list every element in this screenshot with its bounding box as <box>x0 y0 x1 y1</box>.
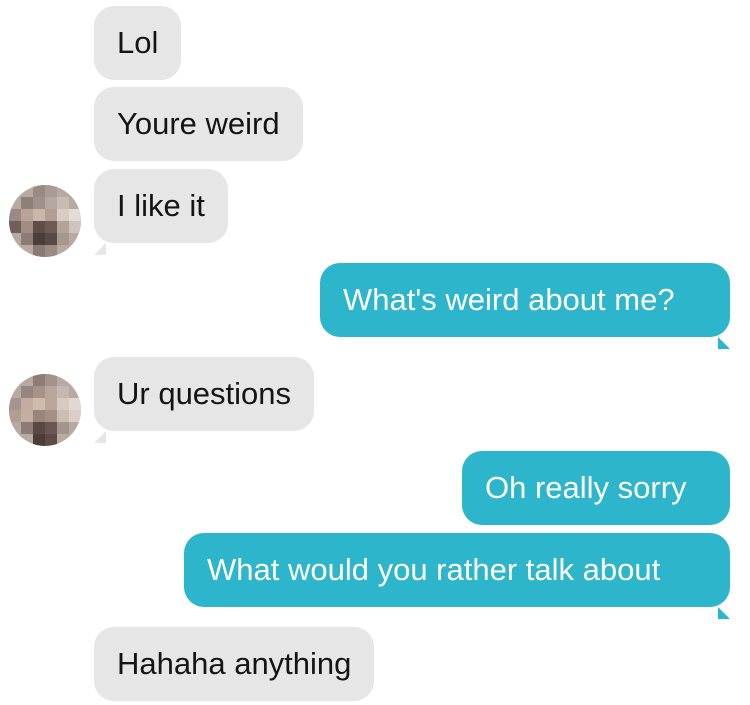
sender-avatar[interactable] <box>9 185 81 257</box>
pixelated-profile-photo-icon <box>9 374 81 446</box>
incoming-message-bubble[interactable]: Youre weird <box>94 87 303 161</box>
incoming-message-bubble[interactable]: Ur questions <box>94 357 315 431</box>
outgoing-message-bubble[interactable]: Oh really sorry <box>462 451 730 525</box>
message-text: Lol <box>117 25 159 60</box>
message-text: What's weird about me? <box>343 282 675 317</box>
incoming-message-bubble[interactable]: I like it <box>94 169 228 243</box>
message-text: Ur questions <box>117 376 292 411</box>
pixelated-profile-photo-icon <box>9 185 81 257</box>
message-text: What would you rather talk about <box>207 552 661 587</box>
incoming-bubble-tail <box>94 431 106 443</box>
message-text: Youre weird <box>117 106 280 141</box>
outgoing-bubble-tail <box>718 607 730 619</box>
outgoing-bubble-tail <box>718 337 730 349</box>
incoming-message-bubble[interactable]: Lol <box>94 6 182 80</box>
chat-thread: Lol Youre weird I like it What's weird a… <box>0 0 750 705</box>
message-text: Hahaha anything <box>117 646 352 681</box>
outgoing-message-bubble[interactable]: What's weird about me? <box>320 263 730 337</box>
message-text: I like it <box>117 188 205 223</box>
incoming-message-bubble[interactable]: Hahaha anything <box>94 627 375 701</box>
sender-avatar[interactable] <box>9 374 81 446</box>
incoming-bubble-tail <box>94 243 106 255</box>
outgoing-message-bubble[interactable]: What would you rather talk about <box>184 533 730 607</box>
message-text: Oh really sorry <box>485 470 687 505</box>
